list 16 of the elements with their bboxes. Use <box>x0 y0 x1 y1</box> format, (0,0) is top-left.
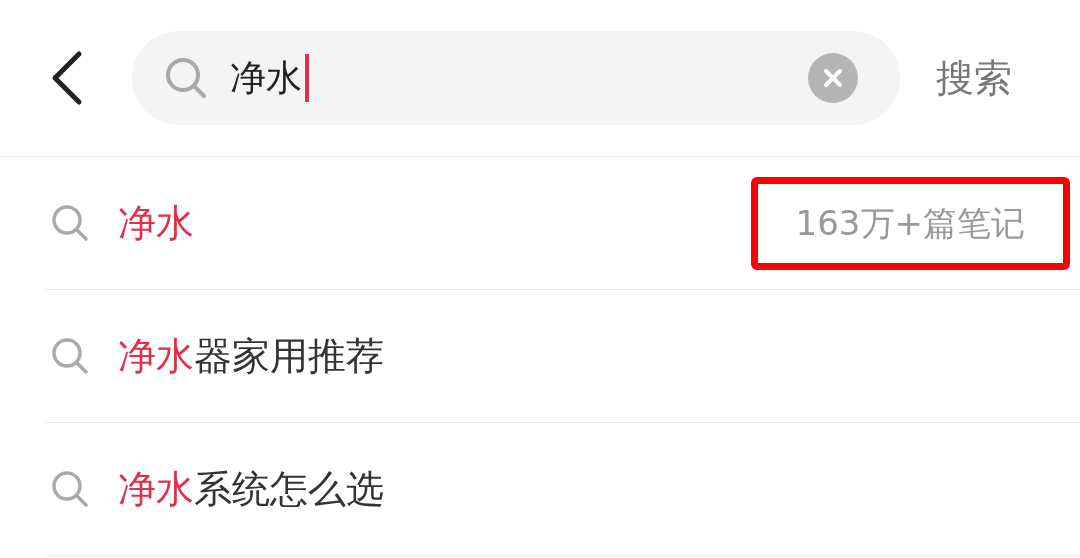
search-icon <box>50 469 90 509</box>
suggestion-item[interactable]: 净水器家用推荐 <box>45 290 1080 423</box>
search-button[interactable]: 搜索 <box>936 49 1012 107</box>
search-icon <box>164 56 208 100</box>
note-count: 163万+篇笔记 <box>795 201 1025 245</box>
suggestion-text: 净水 <box>118 199 194 247</box>
search-query: 净水 <box>230 60 302 96</box>
close-icon <box>823 68 843 88</box>
search-field[interactable]: 净水 <box>132 31 900 125</box>
suggestion-text: 净水系统怎么选 <box>118 465 384 513</box>
text-cursor <box>305 54 309 102</box>
search-icon <box>50 336 90 376</box>
suggestion-text: 净水器家用推荐 <box>118 332 384 380</box>
suggestion-item[interactable]: 净水系统怎么选 <box>45 423 1080 556</box>
search-icon <box>50 203 90 243</box>
suggestion-item[interactable]: 净水 163万+篇笔记 <box>45 157 1080 290</box>
